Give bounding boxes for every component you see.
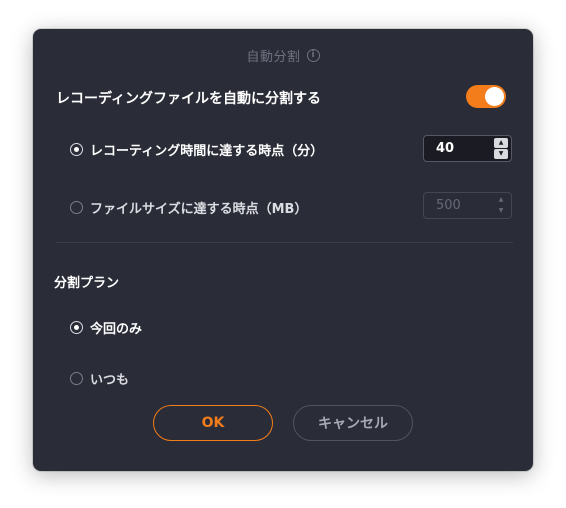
size-stepper-buttons: ▲ ▼ xyxy=(494,195,508,216)
size-stepper: 500 ▲ ▼ xyxy=(423,192,512,219)
split-by-size-option[interactable]: ファイルサイズに達する時点（MB） xyxy=(70,198,307,217)
chevron-up-icon[interactable]: ▲ xyxy=(494,138,508,148)
size-value: 500 xyxy=(436,198,461,213)
divider xyxy=(56,242,513,243)
plan-once-label: 今回のみ xyxy=(90,322,143,337)
plan-once-radio[interactable] xyxy=(70,321,83,334)
chevron-down-icon: ▼ xyxy=(498,207,504,214)
plan-always-radio[interactable] xyxy=(70,372,83,385)
duration-stepper[interactable]: 40 ▲ ▼ xyxy=(423,135,512,162)
dialog-title-row: 自動分割 i xyxy=(33,45,533,65)
dialog-title: 自動分割 xyxy=(246,49,301,65)
split-by-duration-label: レコーティング時間に達する時点（分） xyxy=(90,144,324,159)
auto-split-dialog: 自動分割 i レコーディングファイルを自動に分割する レコーティング時間に達する… xyxy=(33,29,533,471)
plan-once-option[interactable]: 今回のみ xyxy=(70,318,142,337)
cancel-button[interactable]: キャンセル xyxy=(293,405,413,441)
auto-split-toggle-label: レコーディングファイルを自動に分割する xyxy=(56,91,322,107)
plan-always-option[interactable]: いつも xyxy=(70,369,129,388)
auto-split-toggle[interactable] xyxy=(466,85,506,108)
toggle-knob xyxy=(485,87,504,106)
chevron-down-icon[interactable]: ▼ xyxy=(494,149,508,159)
ok-button[interactable]: OK xyxy=(153,405,273,441)
split-plan-label: 分割プラン xyxy=(54,276,120,291)
info-icon[interactable]: i xyxy=(306,48,320,62)
split-by-duration-radio[interactable] xyxy=(70,143,83,156)
chevron-up-icon: ▲ xyxy=(498,196,504,203)
plan-always-label: いつも xyxy=(90,373,130,388)
duration-value[interactable]: 40 xyxy=(424,141,454,156)
duration-stepper-buttons: ▲ ▼ xyxy=(494,138,508,159)
split-by-duration-option[interactable]: レコーティング時間に達する時点（分） xyxy=(70,140,323,159)
split-by-size-label: ファイルサイズに達する時点（MB） xyxy=(90,202,308,217)
split-by-size-radio[interactable] xyxy=(70,201,83,214)
